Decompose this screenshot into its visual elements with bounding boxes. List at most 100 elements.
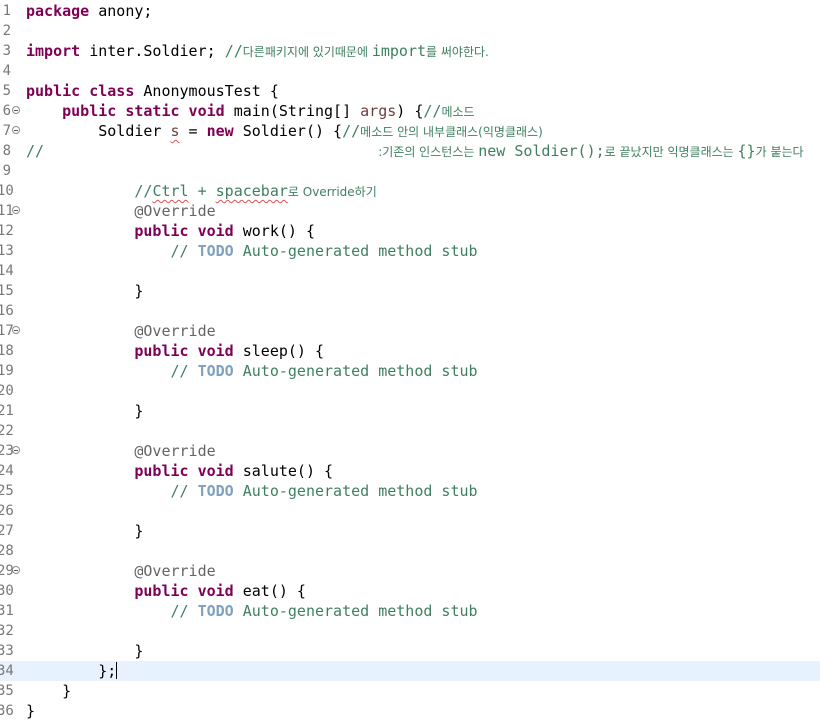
todo-tag: TODO [197, 362, 234, 380]
code-text: AnonymousTest { [134, 82, 279, 100]
comment: //다른패키지에 있기때문에 import를 써야한다. [224, 42, 489, 60]
code-editor[interactable]: 1 package anony; 2 3 import inter.Soldier;… [0, 0, 820, 722]
code-text: } [26, 702, 36, 720]
line-number: 7 [2, 123, 11, 139]
line-number: 29 [0, 563, 14, 579]
code-line[interactable]: 17 @Override [0, 321, 820, 341]
line-number: 2 [2, 23, 11, 39]
line-number: 14 [0, 263, 14, 279]
line-number: 36 [0, 703, 14, 719]
code-line[interactable]: 32 [0, 621, 820, 641]
code-line[interactable]: 31 // TODO Auto-generated method stub [0, 601, 820, 621]
annotation: @Override [134, 322, 216, 340]
line-number: 13 [0, 243, 14, 259]
fold-toggle-icon[interactable] [12, 326, 20, 334]
code-line[interactable]: 28 [0, 541, 820, 561]
code-text: Soldier [98, 122, 171, 140]
code-text: } [134, 402, 144, 420]
code-line[interactable]: 16 [0, 301, 820, 321]
line-number: 31 [0, 603, 14, 619]
annotation: @Override [134, 202, 216, 220]
code-line[interactable]: 9 [0, 161, 820, 181]
code-text: main(String[] [224, 102, 361, 120]
code-line[interactable]: 23 @Override [0, 441, 820, 461]
fold-toggle-icon[interactable] [12, 446, 20, 454]
code-text: ) { [396, 102, 424, 120]
fold-toggle-icon[interactable] [12, 206, 20, 214]
comment: // TODO Auto-generated method stub [170, 242, 478, 260]
keyword: import [26, 42, 81, 60]
comment: // TODO Auto-generated method stub [170, 602, 478, 620]
code-line[interactable]: 7 Soldier s = new Soldier() {//메소드 안의 내부… [0, 121, 820, 141]
code-line[interactable]: 10 //Ctrl + spacebar로 Override하기 [0, 181, 820, 201]
code-line[interactable]: 34 }; [0, 661, 820, 681]
code-line[interactable]: 36} [0, 701, 820, 721]
method-signature: sleep() { [233, 342, 325, 360]
code-line[interactable]: 20 [0, 381, 820, 401]
code-line[interactable]: 18 public void sleep() { [0, 341, 820, 361]
line-number: 25 [0, 483, 14, 499]
code-line[interactable]: 30 public void eat() { [0, 581, 820, 601]
keyword: public void [134, 222, 234, 240]
code-text: }; [98, 662, 117, 680]
code-line[interactable]: 25 // TODO Auto-generated method stub [0, 481, 820, 501]
annotation: @Override [134, 562, 216, 580]
code-text: } [134, 642, 144, 660]
line-number: 28 [0, 543, 14, 559]
line-number: 10 [0, 183, 14, 199]
annotation: @Override [134, 442, 216, 460]
code-line[interactable]: 19 // TODO Auto-generated method stub [0, 361, 820, 381]
line-number: 16 [0, 303, 14, 319]
fold-toggle-icon[interactable] [12, 566, 20, 574]
code-line[interactable]: 26 [0, 501, 820, 521]
code-line[interactable]: 29 @Override [0, 561, 820, 581]
variable-warning: s [170, 122, 180, 140]
code-line[interactable]: 3 import inter.Soldier; //다른패키지에 있기때문에 im… [0, 41, 820, 61]
code-line[interactable]: 22 [0, 421, 820, 441]
code-line[interactable]: 6 public static void main(String[] args)… [0, 101, 820, 121]
line-number: 20 [0, 383, 14, 399]
comment: //메소드 안의 내부클래스(익명클래스) [342, 122, 543, 140]
code-line[interactable]: 21 } [0, 401, 820, 421]
fold-toggle-icon[interactable] [12, 106, 20, 114]
code-line[interactable]: 11 @Override [0, 201, 820, 221]
keyword: public void [134, 342, 234, 360]
line-number: 34 [0, 663, 14, 679]
todo-tag: TODO [197, 242, 234, 260]
code-line[interactable]: 5 public class AnonymousTest { [0, 81, 820, 101]
code-line[interactable]: 15 } [0, 281, 820, 301]
line-number: 12 [0, 223, 14, 239]
line-number: 33 [0, 643, 14, 659]
line-number: 4 [2, 63, 11, 79]
code-line[interactable]: 13 // TODO Auto-generated method stub [0, 241, 820, 261]
line-number: 22 [0, 423, 14, 439]
keyword: public void [134, 582, 234, 600]
code-line[interactable]: 2 [0, 21, 820, 41]
code-line[interactable]: 24 public void salute() { [0, 461, 820, 481]
fold-toggle-icon[interactable] [12, 126, 20, 134]
line-number: 17 [0, 323, 14, 339]
code-line[interactable]: 14 [0, 261, 820, 281]
code-line[interactable]: 12 public void work() { [0, 221, 820, 241]
code-text: anony; [89, 2, 153, 20]
method-signature: work() { [233, 222, 315, 240]
code-line[interactable]: 27 } [0, 521, 820, 541]
code-line[interactable]: 33 } [0, 641, 820, 661]
code-text: } [134, 282, 144, 300]
code-text: } [134, 522, 144, 540]
code-line[interactable]: 8 // :기존의 인스턴스는 new Soldier();로 끝났지만 익명클래… [0, 141, 820, 161]
method-signature: eat() { [233, 582, 306, 600]
keyword: public class [26, 82, 135, 100]
code-text: Soldier() { [233, 122, 343, 140]
code-line[interactable]: 35 } [0, 681, 820, 701]
line-number: 26 [0, 503, 14, 519]
comment: // TODO Auto-generated method stub [170, 362, 478, 380]
code-line[interactable]: 1 package anony; [0, 1, 820, 21]
line-number: 11 [0, 203, 14, 219]
todo-tag: TODO [197, 482, 234, 500]
variable: args [360, 102, 397, 120]
line-number: 35 [0, 683, 14, 699]
keyword: package [26, 2, 90, 20]
code-line[interactable]: 4 [0, 61, 820, 81]
keyword: new [206, 122, 234, 140]
